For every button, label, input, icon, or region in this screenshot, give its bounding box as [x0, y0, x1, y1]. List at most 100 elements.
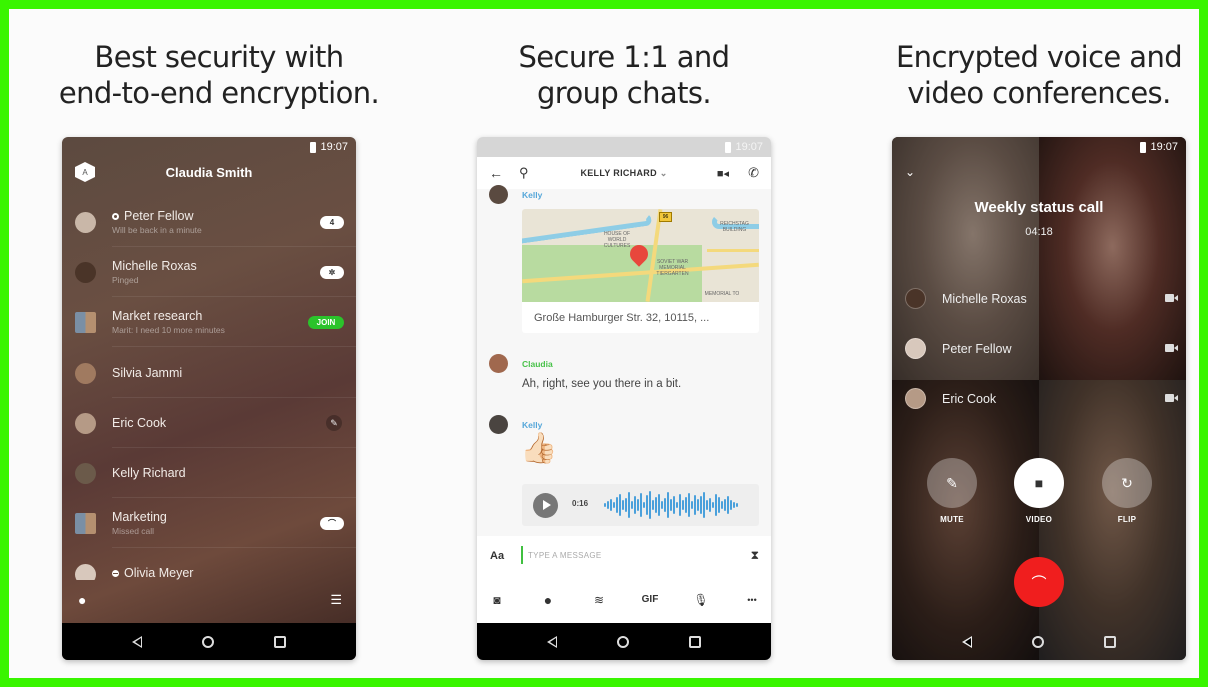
chevron-down-icon: ⌄	[659, 167, 668, 178]
waveform-bar	[652, 500, 654, 510]
chevron-down-icon[interactable]: ⌄	[905, 165, 915, 179]
waveform-bar	[634, 496, 636, 514]
play-icon[interactable]	[533, 493, 558, 518]
waveform-bar	[700, 496, 702, 514]
waveform-bar	[685, 497, 687, 513]
conversation-item[interactable]: Peter Fellow Will be back in a minute 4	[62, 197, 356, 247]
archive-icon[interactable]: ☰	[330, 592, 342, 608]
message-input[interactable]: TYPE A MESSAGE	[528, 551, 602, 560]
join-call-button[interactable]: JOIN	[308, 315, 344, 329]
waveform-bar	[730, 500, 732, 510]
waveform-bar	[640, 493, 642, 517]
avatar	[905, 288, 926, 309]
mic-off-icon: ✎	[946, 474, 958, 491]
video-button[interactable]: ■	[1014, 458, 1064, 508]
conversation-name: Peter Fellow	[124, 209, 194, 223]
waveform-bar	[703, 492, 705, 518]
back-icon[interactable]	[132, 635, 142, 648]
phone-conversation-list: 19:07 A Claudia Smith Peter Fellow Will …	[62, 137, 356, 660]
avatar	[75, 412, 96, 434]
camera-icon[interactable]: ◙	[488, 593, 506, 607]
missed-call-badge: ⌒	[320, 516, 344, 530]
waveform-bar	[715, 494, 717, 516]
waveform-bar	[658, 494, 660, 516]
video-call-icon[interactable]: ■◂	[717, 167, 729, 180]
participant-item[interactable]: Peter Fellow	[892, 333, 1186, 363]
mic-icon[interactable]: 🎙︎	[692, 593, 710, 607]
recent-apps-icon[interactable]	[1104, 635, 1116, 648]
home-icon[interactable]	[617, 635, 629, 648]
map-preview: 96 HOUSE OF WORLD CULTURES SOVIET WAR ME…	[522, 209, 759, 302]
avatar	[75, 261, 96, 283]
waveform-bar	[679, 494, 681, 516]
call-title: Weekly status call	[974, 199, 1104, 216]
battery-icon	[725, 141, 732, 153]
flip-button[interactable]: ↻	[1102, 458, 1152, 508]
headline-line: group chats.	[536, 76, 712, 110]
ping-badge: ✲	[320, 265, 344, 279]
waveform-bar	[673, 496, 675, 514]
avatar	[75, 211, 96, 233]
home-icon[interactable]	[202, 635, 214, 648]
conversation-name: Michelle Roxas	[112, 259, 197, 273]
recent-apps-icon[interactable]	[274, 635, 286, 648]
recent-apps-icon[interactable]	[689, 635, 701, 648]
gif-button[interactable]: GIF	[641, 594, 659, 605]
conversation-item[interactable]: Silvia Jammi	[62, 348, 356, 398]
android-nav-bar	[62, 623, 356, 660]
participant-item[interactable]: Michelle Roxas	[892, 283, 1186, 313]
text-cursor	[521, 546, 523, 564]
conversation-item[interactable]: Marketing Missed call ⌒	[62, 498, 356, 548]
video-icon: ■	[1034, 475, 1044, 491]
audio-waveform[interactable]	[604, 490, 749, 520]
headline-line: video conferences.	[907, 76, 1171, 110]
flip-camera-icon: ↻	[1121, 474, 1133, 491]
conversation-subtitle: Pinged	[112, 275, 139, 285]
waveform-bar	[697, 499, 699, 511]
conversation-name: Olivia Meyer	[124, 566, 194, 580]
composer-toolbar: ◙ ● ≋ GIF 🎙︎ •••	[477, 576, 771, 623]
back-icon[interactable]	[547, 635, 557, 648]
conversation-item[interactable]: Eric Cook ✎	[62, 398, 356, 448]
conversation-name: Kelly Richard	[112, 466, 186, 480]
battery-icon	[1140, 141, 1147, 153]
call-duration: 04:18	[1025, 226, 1053, 238]
map-road	[707, 249, 759, 252]
conversation-item[interactable]: Olivia Meyer	[62, 548, 356, 580]
back-icon[interactable]	[962, 635, 972, 648]
unread-count-badge: 4	[320, 215, 344, 229]
location-card[interactable]: 96 HOUSE OF WORLD CULTURES SOVIET WAR ME…	[522, 209, 759, 333]
waveform-bar	[616, 497, 618, 513]
sketch-icon[interactable]: ≋	[590, 593, 608, 607]
conversation-item[interactable]: Michelle Roxas Pinged ✲	[62, 247, 356, 297]
conversation-item[interactable]: Kelly Richard	[62, 448, 356, 498]
headline-line: Encrypted voice and	[895, 40, 1183, 74]
end-call-button[interactable]: ⌒	[1014, 557, 1064, 607]
phone-chat: 19:07 ← ⚲ KELLY RICHARD ⌄ ■◂ ✆ Kelly 96 …	[477, 137, 771, 660]
mute-button[interactable]: ✎	[927, 458, 977, 508]
more-icon[interactable]: •••	[743, 595, 761, 605]
participant-name: Michelle Roxas	[942, 292, 1027, 306]
video-on-icon	[1165, 344, 1178, 352]
status-bar: 19:07	[477, 137, 771, 157]
waveform-bar	[727, 496, 729, 514]
timed-message-icon[interactable]: ⧗	[751, 548, 759, 563]
waveform-bar	[718, 497, 720, 513]
waveform-bar	[733, 502, 735, 508]
headline-line: Secure 1:1 and	[518, 40, 731, 74]
conversation-name: Marketing	[112, 510, 167, 524]
participant-item[interactable]: Eric Cook	[892, 383, 1186, 413]
participant-name: Peter Fellow	[942, 342, 1012, 356]
text-format-button[interactable]: Aa	[490, 550, 504, 562]
headline-line: Best security with	[94, 40, 344, 74]
person-icon[interactable]: ●	[78, 592, 86, 608]
conversation-subtitle: Will be back in a minute	[112, 225, 202, 235]
avatar	[75, 564, 96, 580]
ping-icon[interactable]: ●	[539, 592, 557, 608]
conversation-item[interactable]: Market research Marit: I need 10 more mi…	[62, 297, 356, 347]
phone-call-icon[interactable]: ✆	[748, 165, 759, 181]
home-icon[interactable]	[1032, 635, 1044, 648]
conversation-subtitle: Missed call	[112, 526, 155, 536]
chat-header: ← ⚲ KELLY RICHARD ⌄ ■◂ ✆	[477, 157, 771, 189]
waveform-bar	[721, 501, 723, 509]
